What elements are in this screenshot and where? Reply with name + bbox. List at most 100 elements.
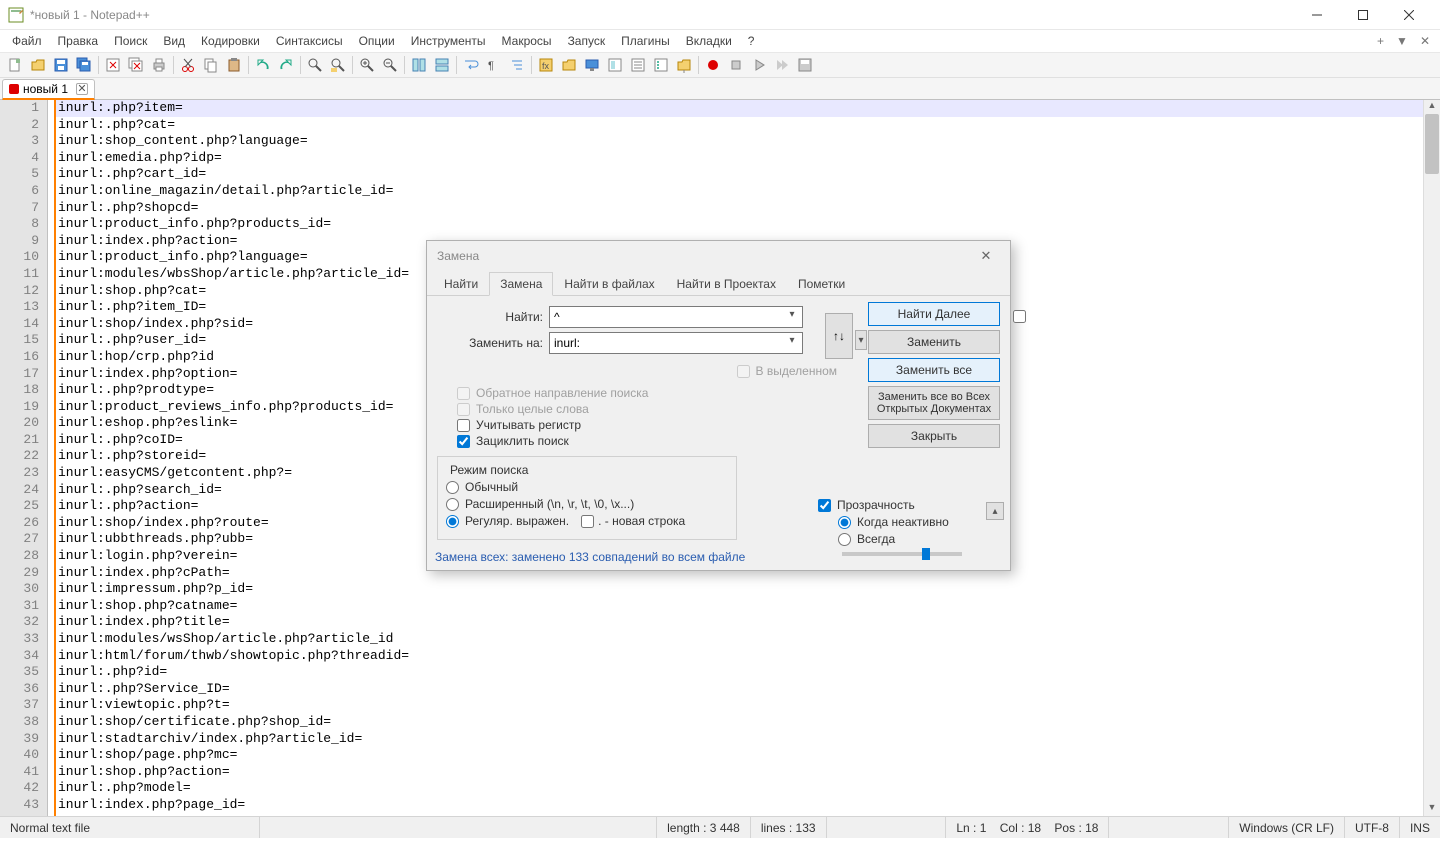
wordwrap-icon[interactable] [460, 54, 482, 76]
replace-button[interactable]: Заменить [868, 330, 1000, 354]
redo-icon[interactable] [275, 54, 297, 76]
doc-map-icon[interactable] [604, 54, 626, 76]
dialog-title: Замена [437, 249, 972, 263]
search-mode-legend: Режим поиска [446, 463, 532, 477]
menubar: Файл Правка Поиск Вид Кодировки Синтакси… [0, 30, 1440, 52]
new-file-icon[interactable] [4, 54, 26, 76]
vertical-scrollbar[interactable]: ▲ ▼ [1423, 100, 1440, 816]
dialog-close-icon[interactable]: ✕ [972, 248, 1000, 264]
slider-knob[interactable] [922, 548, 930, 560]
line-gutter: 1234567891011121314151617181920212223242… [0, 100, 48, 816]
menu-options[interactable]: Опции [351, 32, 403, 50]
lang-icon[interactable]: fx [535, 54, 557, 76]
dot-newline-checkbox[interactable]: . - новая строка [581, 514, 685, 528]
menu-tools[interactable]: Инструменты [403, 32, 494, 50]
swap-button[interactable]: ↑↓ ▾ [825, 313, 853, 359]
toolbar: ¶ fx [0, 52, 1440, 78]
collapse-dialog-icon[interactable]: ▴ [986, 502, 1004, 520]
menu-file[interactable]: Файл [4, 32, 50, 50]
find-input[interactable]: ^ ▾ [549, 306, 803, 328]
macro-save-icon[interactable] [794, 54, 816, 76]
menu-edit[interactable]: Правка [50, 32, 107, 50]
menu-syntax[interactable]: Синтаксисы [268, 32, 351, 50]
save-icon[interactable] [50, 54, 72, 76]
indent-guide-icon[interactable] [506, 54, 528, 76]
zoom-out-icon[interactable] [379, 54, 401, 76]
macro-play-icon[interactable] [748, 54, 770, 76]
menu-help[interactable]: ? [740, 32, 763, 50]
replace-all-button[interactable]: Заменить все [868, 358, 1000, 382]
print-icon[interactable] [148, 54, 170, 76]
mode-extended-radio[interactable]: Расширенный (\n, \r, \t, \0, \x...) [446, 497, 728, 511]
menu-tabs[interactable]: Вкладки [678, 32, 740, 50]
minimize-button[interactable] [1294, 0, 1340, 30]
close-dialog-button[interactable]: Закрыть [868, 424, 1000, 448]
menu-x-icon[interactable]: ✕ [1414, 34, 1436, 48]
macro-stop-icon[interactable] [725, 54, 747, 76]
mode-normal-radio[interactable]: Обычный [446, 480, 728, 494]
chevron-down-icon[interactable]: ▾ [784, 335, 800, 351]
close-button[interactable] [1386, 0, 1432, 30]
trans-always-radio[interactable]: Всегда [838, 532, 998, 546]
close-all-icon[interactable] [125, 54, 147, 76]
tab-close-icon[interactable]: ✕ [76, 83, 88, 95]
find-next-button[interactable]: Найти Далее [868, 302, 1000, 326]
menu-dropdown-icon[interactable]: ▼ [1390, 34, 1414, 48]
menu-encoding[interactable]: Кодировки [193, 32, 268, 50]
menu-view[interactable]: Вид [155, 32, 193, 50]
find-icon[interactable] [304, 54, 326, 76]
menu-run[interactable]: Запуск [560, 32, 614, 50]
monitor-icon[interactable] [581, 54, 603, 76]
transparency-slider[interactable] [842, 552, 962, 556]
file-tab[interactable]: новый 1 ✕ [2, 79, 95, 100]
scroll-up-icon[interactable]: ▲ [1424, 100, 1440, 114]
trans-inactive-radio[interactable]: Когда неактивно [838, 515, 998, 529]
transparency-checkbox[interactable]: Прозрачность [818, 498, 998, 512]
paste-icon[interactable] [223, 54, 245, 76]
tab-find[interactable]: Найти [433, 272, 489, 296]
dialog-body: Найти: ^ ▾ Заменить на: inurl: ▾ ↑↓ ▾ [427, 296, 1010, 546]
macro-record-icon[interactable] [702, 54, 724, 76]
replace-all-docs-button[interactable]: Заменить все во Всех Открытых Документах [868, 386, 1000, 420]
replace-icon[interactable] [327, 54, 349, 76]
find-next-extra-checkbox[interactable] [1013, 310, 1026, 326]
match-case-checkbox[interactable]: Учитывать регистр [457, 418, 809, 432]
scroll-thumb[interactable] [1425, 114, 1439, 174]
menu-macros[interactable]: Макросы [494, 32, 560, 50]
copy-icon[interactable] [200, 54, 222, 76]
func-list-icon[interactable] [650, 54, 672, 76]
save-all-icon[interactable] [73, 54, 95, 76]
folder-icon[interactable] [558, 54, 580, 76]
app-icon [8, 7, 24, 23]
chevron-down-icon[interactable]: ▾ [784, 309, 800, 325]
tab-marks[interactable]: Пометки [787, 272, 856, 296]
doc-list-icon[interactable] [627, 54, 649, 76]
menu-search[interactable]: Поиск [106, 32, 155, 50]
zoom-in-icon[interactable] [356, 54, 378, 76]
replace-input[interactable]: inurl: ▾ [549, 332, 803, 354]
wrap-checkbox[interactable]: Зациклить поиск [457, 434, 809, 448]
menu-plus-icon[interactable]: + [1371, 34, 1390, 48]
maximize-button[interactable] [1340, 0, 1386, 30]
file-tab-label: новый 1 [23, 82, 68, 96]
chevron-down-icon[interactable]: ▾ [855, 330, 867, 350]
menu-plugins[interactable]: Плагины [613, 32, 678, 50]
open-file-icon[interactable] [27, 54, 49, 76]
tab-find-in-files[interactable]: Найти в файлах [553, 272, 665, 296]
undo-icon[interactable] [252, 54, 274, 76]
sync-h-icon[interactable] [431, 54, 453, 76]
status-pos: Ln : 1 Col : 18 Pos : 18 [946, 817, 1109, 838]
macro-play-multi-icon[interactable] [771, 54, 793, 76]
backward-checkbox: Обратное направление поиска [457, 386, 809, 400]
cut-icon[interactable] [177, 54, 199, 76]
dialog-titlebar[interactable]: Замена ✕ [427, 241, 1010, 271]
scroll-down-icon[interactable]: ▼ [1424, 802, 1440, 816]
folder-tree-icon[interactable] [673, 54, 695, 76]
show-all-chars-icon[interactable]: ¶ [483, 54, 505, 76]
mode-regex-radio[interactable]: Регуляр. выражен. . - новая строка [446, 514, 728, 528]
sync-v-icon[interactable] [408, 54, 430, 76]
tab-replace[interactable]: Замена [489, 272, 553, 296]
search-mode-group: Режим поиска Обычный Расширенный (\n, \r… [437, 456, 737, 540]
close-icon[interactable] [102, 54, 124, 76]
tab-find-in-projects[interactable]: Найти в Проектах [666, 272, 787, 296]
